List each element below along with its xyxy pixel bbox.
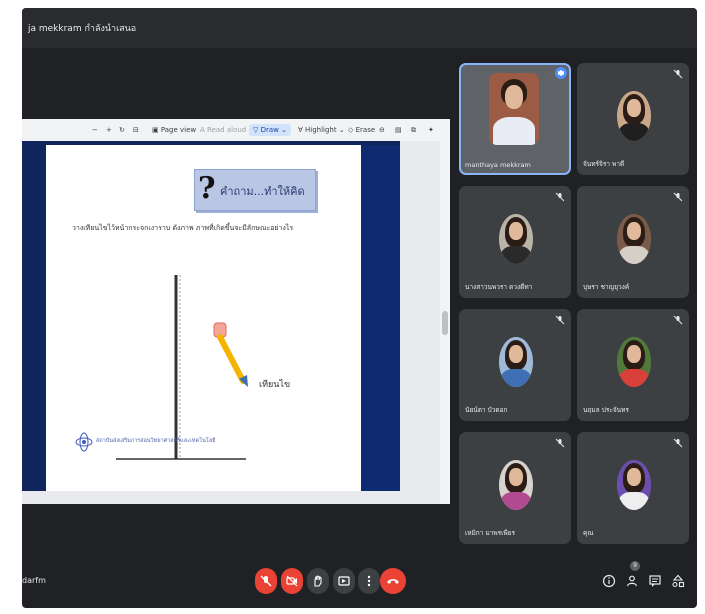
erase-icon: ◇ bbox=[348, 126, 356, 134]
page-view-label: Page view bbox=[160, 126, 197, 134]
pin-icon[interactable]: ✦ bbox=[428, 124, 434, 136]
more-options-button[interactable] bbox=[358, 568, 380, 594]
participant-tile-6[interactable]: นฤมล ประจันทร bbox=[577, 309, 689, 421]
highlight-label: Highlight bbox=[305, 126, 337, 134]
participant-name: นางสาวนพวรา ดวงดีทา bbox=[465, 283, 533, 291]
pencil-body bbox=[217, 334, 246, 384]
meet-window: ja mekkram กำลังนำเสนอ − + ↻ ⊟ ▣ Page vi… bbox=[22, 8, 697, 608]
pdf-toolbar: − + ↻ ⊟ ▣ Page view A Read aloud ▽ Draw … bbox=[22, 119, 450, 142]
erase-label: Erase bbox=[355, 126, 376, 134]
slide-footer: สถาบันส่งเสริมการสอนวิทยาศาสตร์และเทคโนโ… bbox=[96, 438, 216, 444]
candle-label: เทียนไข bbox=[259, 380, 291, 390]
question-title-box: ? คำถาม...ทำให้คิด bbox=[194, 169, 316, 211]
mic-off-icon bbox=[555, 438, 565, 448]
participant-avatar bbox=[617, 460, 651, 510]
camera-off-icon bbox=[286, 575, 298, 587]
participant-avatar bbox=[617, 337, 651, 387]
scroll-thumb[interactable] bbox=[442, 311, 448, 335]
camera-toggle-button[interactable] bbox=[281, 568, 303, 594]
rotate-icon[interactable]: ↻ bbox=[119, 124, 125, 136]
participant-avatar bbox=[499, 214, 533, 264]
present-icon bbox=[338, 576, 350, 586]
mic-off-icon bbox=[555, 192, 565, 202]
participant-name: manthaya mekkram bbox=[465, 161, 531, 169]
participant-name: บุษรา ชาญยุวงค์ bbox=[583, 283, 630, 291]
draw-button[interactable]: ▽ Draw ⌄ bbox=[249, 124, 291, 136]
highlight-button[interactable]: ∀ Highlight ⌄ bbox=[298, 124, 345, 136]
mic-toggle-button[interactable] bbox=[255, 568, 277, 594]
logo-core bbox=[82, 440, 86, 444]
draw-icon: ▽ bbox=[253, 126, 261, 134]
participant-name: นัยน์ตา บัวดอก bbox=[465, 406, 508, 414]
participant-tile-7[interactable]: เหมิกา มาพรเพียร bbox=[459, 432, 571, 544]
presentation-banner: ja mekkram กำลังนำเสนอ bbox=[22, 8, 697, 48]
page-view-icon: ▣ bbox=[152, 126, 161, 134]
zoom-out-button[interactable]: − bbox=[92, 124, 98, 136]
pdf-viewer: ? คำถาม...ทำให้คิด วางเทียนไขไว้หน้ากระจ… bbox=[22, 141, 450, 504]
candle-pencil-icon bbox=[213, 322, 248, 387]
erase-button[interactable]: ◇ Erase bbox=[348, 124, 375, 136]
participant-name: เหมิกา มาพรเพียร bbox=[465, 529, 515, 537]
participant-name: จันทร์จิรา พาดี bbox=[583, 160, 625, 168]
participant-avatar bbox=[617, 214, 651, 264]
participant-name: นฤมล ประจันทร bbox=[583, 406, 629, 414]
read-aloud-icon: A bbox=[200, 126, 208, 134]
meeting-code: darfm bbox=[22, 576, 46, 585]
slide-page: ? คำถาม...ทำให้คิด วางเทียนไขไว้หน้ากระจ… bbox=[46, 145, 361, 491]
read-aloud-label: Read aloud bbox=[207, 126, 247, 134]
mic-off-icon bbox=[673, 192, 683, 202]
read-aloud-button[interactable]: A Read aloud bbox=[200, 124, 246, 136]
participant-tile-4[interactable]: บุษรา ชาญยุวงค์ bbox=[577, 186, 689, 298]
mic-off-icon bbox=[555, 315, 565, 325]
question-title: คำถาม...ทำให้คิด bbox=[220, 185, 305, 198]
shared-screen: − + ↻ ⊟ ▣ Page view A Read aloud ▽ Draw … bbox=[22, 119, 450, 504]
pdf-scrollbar[interactable] bbox=[440, 141, 450, 504]
participant-video bbox=[489, 73, 539, 145]
participant-count-badge: 9 bbox=[630, 561, 640, 571]
participant-avatar bbox=[617, 91, 651, 141]
more-vert-icon bbox=[367, 575, 371, 587]
activities-icon[interactable] bbox=[671, 574, 685, 588]
question-mark: ? bbox=[198, 171, 216, 206]
save-icon[interactable]: ▤ bbox=[395, 124, 402, 136]
present-button[interactable] bbox=[333, 568, 355, 594]
zoom-in-button[interactable]: + bbox=[106, 124, 112, 136]
mic-off-icon bbox=[673, 69, 683, 79]
mic-off-icon bbox=[260, 575, 272, 587]
speaking-indicator-icon bbox=[555, 67, 567, 79]
page-view-button[interactable]: ▣ Page view bbox=[152, 124, 196, 136]
presenter-label: ja mekkram กำลังนำเสนอ bbox=[28, 24, 137, 34]
participant-tile-5[interactable]: นัยน์ตา บัวดอก bbox=[459, 309, 571, 421]
raise-hand-button[interactable] bbox=[307, 568, 329, 594]
hand-icon bbox=[314, 575, 322, 587]
slide-right-edge bbox=[361, 145, 400, 491]
participant-avatar bbox=[499, 460, 533, 510]
share-icon[interactable]: ⧉ bbox=[411, 124, 416, 136]
phone-hangup-icon bbox=[387, 579, 399, 584]
highlight-icon: ∀ bbox=[298, 126, 306, 134]
participant-avatar bbox=[499, 337, 533, 387]
participant-tile-2[interactable]: จันทร์จิรา พาดี bbox=[577, 63, 689, 175]
mic-off-icon bbox=[673, 438, 683, 448]
slide-instruction: วางเทียนไขไว้หน้ากระจกเงาราบ ดังภาพ ภาพท… bbox=[72, 224, 294, 232]
participant-name: คุณ bbox=[583, 529, 594, 537]
ipst-logo-icon bbox=[75, 432, 93, 452]
draw-label: Draw bbox=[260, 126, 279, 134]
participant-tile-3[interactable]: นางสาวนพวรา ดวงดีทา bbox=[459, 186, 571, 298]
print-icon[interactable]: ⊖ bbox=[379, 124, 385, 136]
end-call-button[interactable] bbox=[380, 568, 406, 594]
info-icon[interactable] bbox=[602, 574, 616, 588]
participant-tile-1[interactable]: manthaya mekkram bbox=[459, 63, 571, 175]
people-icon[interactable] bbox=[625, 574, 639, 588]
mic-off-icon bbox=[673, 315, 683, 325]
participant-tile-8[interactable]: คุณ bbox=[577, 432, 689, 544]
chat-icon[interactable] bbox=[648, 574, 662, 588]
fit-page-icon[interactable]: ⊟ bbox=[133, 124, 139, 136]
